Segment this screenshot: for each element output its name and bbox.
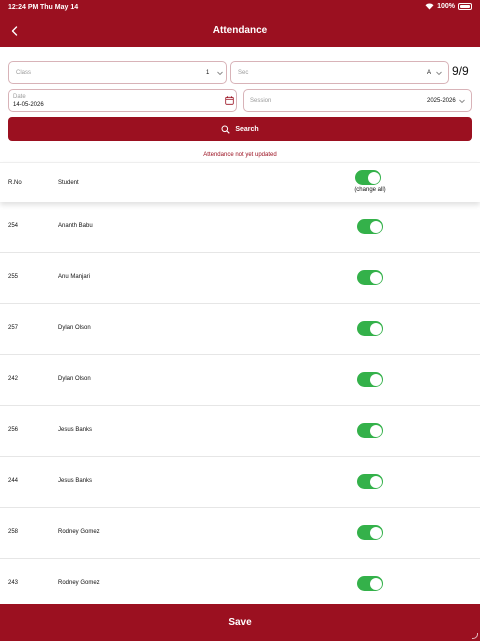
wifi-icon [425,3,434,10]
row-student-name: Anu Manjari [58,274,91,280]
status-message: Attendance not yet updated [203,152,277,158]
page-title: Attendance [212,25,268,36]
row-rno: 258 [8,529,19,535]
status-indicators: 100% [425,3,472,10]
session-select[interactable]: Session 2025-2026 [243,89,472,112]
chevron-down-icon [217,71,223,76]
section-label: Sec [238,70,249,76]
row-rno: 242 [8,376,19,382]
row-student-name: Jesus Banks [58,427,93,433]
table-row: 242 Dylan Olson [0,355,480,406]
attendance-toggle[interactable] [357,321,383,336]
save-button-label: Save [228,617,252,628]
battery-icon [458,3,472,10]
table-row: 257 Dylan Olson [0,304,480,355]
date-field[interactable]: Date 14-05-2026 [8,89,237,112]
toggle-knob [367,171,380,184]
toggle-knob [369,475,382,488]
row-student-name: Rodney Gomez [58,580,100,586]
search-icon [221,125,231,134]
attendance-toggle[interactable] [357,423,383,438]
attendance-toggle[interactable] [357,525,383,540]
row-student-name: Ananth Babu [58,223,93,229]
table-row: 255 Anu Manjari [0,253,480,304]
battery-percent: 100% [437,3,455,10]
toggle-knob [369,526,382,539]
change-all-label: (change all) [354,187,386,193]
table-header: R.No Student (change all) [0,162,480,202]
calendar-icon[interactable] [225,96,234,105]
row-student-name: Rodney Gomez [58,529,100,535]
resize-corner-icon [472,633,478,639]
row-student-name: Dylan Olson [58,325,91,331]
date-value: 14-05-2026 [13,102,44,108]
toggle-knob [369,322,382,335]
toggle-knob [369,271,382,284]
class-value: 1 [206,70,210,76]
status-date: Thu May 14 [40,4,79,11]
row-rno: 244 [8,478,19,484]
date-label: Date [13,94,26,100]
chevron-down-icon [459,99,465,104]
table-row: 243 Rodney Gomez [0,559,480,610]
session-label: Session [250,98,272,104]
row-rno: 243 [8,580,19,586]
attendance-toggle[interactable] [357,372,383,387]
row-rno: 255 [8,274,19,280]
row-student-name: Dylan Olson [58,376,91,382]
row-student-name: Jesus Banks [58,478,93,484]
attendance-toggle[interactable] [357,219,383,234]
attendance-count: 9/9 [452,64,469,78]
table-row: 258 Rodney Gomez [0,508,480,559]
row-rno: 254 [8,223,19,229]
table-row: 254 Ananth Babu [0,202,480,253]
status-time: 12:24 PM [8,4,39,11]
toggle-knob [369,373,382,386]
row-rno: 256 [8,427,19,433]
save-button[interactable]: Save [0,604,480,641]
app-header: 12:24 PM Thu May 14 100% Attendance [0,0,480,47]
attendance-toggle[interactable] [357,576,383,591]
attendance-toggle[interactable] [357,270,383,285]
table-row: 256 Jesus Banks [0,406,480,457]
search-button-label: Search [235,125,259,133]
row-rno: 257 [8,325,19,331]
attendance-toggle[interactable] [357,474,383,489]
table-row: 244 Jesus Banks [0,457,480,508]
status-bar: 12:24 PM Thu May 14 100% [0,0,480,16]
section-value: A [427,70,432,76]
change-all-toggle[interactable] [355,170,381,185]
session-value: 2025-2026 [427,98,456,104]
column-student: Student [58,180,79,186]
search-button[interactable]: Search [8,117,472,141]
chevron-down-icon [436,71,442,76]
section-select[interactable]: Sec A [230,61,449,84]
toggle-knob [369,220,382,233]
class-select[interactable]: Class 1 [8,61,227,84]
toggle-knob [369,577,382,590]
toggle-knob [369,424,382,437]
class-label: Class [16,70,32,76]
column-rno: R.No [8,180,22,186]
